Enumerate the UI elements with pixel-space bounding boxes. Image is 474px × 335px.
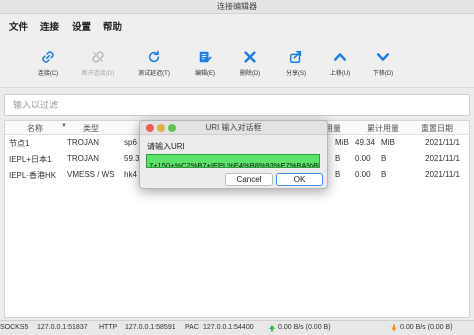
- toolbar: 连接(C) 断开连接(D) 测试延迟(T) 编辑(E) 删除(D) 分享(S) …: [0, 36, 474, 88]
- move-down-button[interactable]: 下移(D): [355, 50, 411, 86]
- row-name: IEPL+日本1: [9, 155, 52, 164]
- row-address: sp6: [124, 138, 137, 147]
- chevron-down-icon: [376, 53, 390, 61]
- upload-speed: 0.00 B/s (0.00 B): [278, 324, 331, 331]
- minimize-window-icon[interactable]: [157, 124, 165, 132]
- dialog-prompt: 请输入URI: [147, 142, 185, 151]
- window-title: 连接编辑器: [217, 2, 257, 11]
- ok-button[interactable]: OK: [276, 173, 323, 186]
- menu-file[interactable]: 文件: [9, 19, 28, 33]
- window-titlebar: 连接编辑器: [0, 0, 474, 14]
- row-traffic: MiB: [335, 138, 349, 147]
- row-type: TROJAN: [67, 154, 99, 163]
- latency-label: 测试延迟(T): [138, 71, 170, 77]
- row-total-value: 49.34: [355, 138, 376, 147]
- http-label: HTTP: [99, 324, 118, 331]
- row-address: 59.3: [124, 154, 140, 163]
- row-traffic: B: [335, 170, 341, 179]
- menu-connect[interactable]: 连接: [40, 19, 59, 33]
- row-address: hk4: [124, 170, 137, 179]
- socks-address: 127.0.0.1:51837: [37, 324, 88, 331]
- row-total-value: 0.00: [355, 170, 371, 179]
- dialog-title: URI 输入对话框: [205, 123, 262, 132]
- row-total-unit: B: [381, 154, 387, 163]
- download-arrow-icon: [391, 324, 397, 332]
- uri-input[interactable]: [147, 159, 319, 167]
- column-header-name[interactable]: 名称: [27, 123, 43, 134]
- filter-box: [4, 94, 470, 116]
- maximize-window-icon[interactable]: [168, 124, 176, 132]
- column-header-total[interactable]: 累计用量: [367, 123, 399, 134]
- edit-document-icon: [199, 51, 212, 63]
- move-down-label: 下移(D): [372, 71, 394, 77]
- row-reset-date: 2021/11/1: [425, 138, 460, 147]
- connect-button[interactable]: 连接(C): [20, 50, 76, 86]
- socks-label: SOCKS5: [0, 324, 29, 331]
- upload-arrow-icon: [269, 325, 275, 332]
- chevron-up-icon: [333, 53, 347, 61]
- row-traffic: B: [335, 154, 341, 163]
- uri-input-dialog: URI 输入对话框 请输入URI Cancel OK: [139, 120, 328, 189]
- menu-settings[interactable]: 设置: [72, 19, 91, 33]
- row-reset-date: 2021/11/1: [425, 170, 460, 179]
- row-name: IEPL·香港HK: [9, 171, 57, 180]
- row-total-unit: MiB: [381, 138, 395, 147]
- menu-help[interactable]: 帮助: [103, 19, 122, 33]
- pac-address: 127.0.0.1:54400: [203, 324, 254, 331]
- uri-field-box: [146, 154, 320, 168]
- close-icon: [244, 51, 256, 63]
- connect-label: 连接(C): [37, 71, 59, 77]
- filter-input[interactable]: [5, 95, 469, 115]
- unlink-icon: [92, 51, 104, 63]
- disconnect-button[interactable]: 断开连接(D): [70, 50, 126, 86]
- download-speed: 0.00 B/s (0.00 B): [400, 324, 453, 331]
- share-icon: [290, 50, 302, 63]
- row-total-unit: B: [381, 170, 387, 179]
- status-bar: SOCKS5 127.0.0.1:51837 HTTP 127.0.0.1:58…: [0, 320, 474, 335]
- pac-label: PAC: [185, 324, 199, 331]
- refresh-icon: [148, 50, 160, 63]
- row-total-value: 0.00: [355, 154, 371, 163]
- http-address: 127.0.0.1:58591: [125, 324, 176, 331]
- column-header-type[interactable]: 类型: [83, 123, 99, 134]
- latency-test-button[interactable]: 测试延迟(T): [126, 50, 182, 86]
- close-window-icon[interactable]: [146, 124, 154, 132]
- link-icon: [42, 51, 54, 63]
- column-header-reset[interactable]: 重置日期: [421, 123, 453, 134]
- row-type: VMESS / WS: [67, 170, 115, 179]
- disconnect-label: 断开连接(D): [81, 71, 115, 77]
- sort-arrow-icon: ▼: [61, 123, 67, 129]
- menu-bar: 文件 连接 设置 帮助: [0, 14, 474, 36]
- row-type: TROJAN: [67, 138, 99, 147]
- cancel-button[interactable]: Cancel: [225, 173, 273, 186]
- row-reset-date: 2021/11/1: [425, 154, 460, 163]
